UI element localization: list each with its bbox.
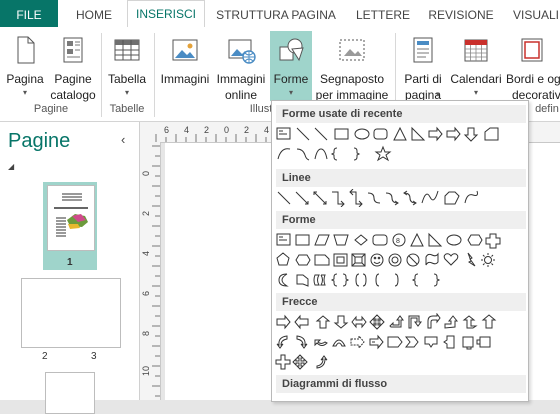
catalog-pages-label-2: catalogo xyxy=(50,88,96,102)
ruler-label: 0 xyxy=(224,125,229,135)
ruler-label: 6 xyxy=(164,125,169,135)
tab-insert[interactable]: INSERISCI xyxy=(127,0,205,28)
recent-shapes-row-1[interactable] xyxy=(275,125,523,143)
ruler-label: 10 xyxy=(141,366,151,376)
page-parts-icon xyxy=(413,37,433,63)
page-parts-button[interactable]: Parti di pagina ▾ xyxy=(400,31,446,102)
chevron-down-icon: ▾ xyxy=(22,88,27,97)
picture-placeholder-icon xyxy=(339,39,365,61)
page-thumbnail-1[interactable] xyxy=(47,185,95,251)
borders-label-1: Bordi e og xyxy=(506,72,560,86)
pictures-button[interactable]: Immagini xyxy=(158,31,212,101)
tab-review[interactable]: REVISIONE xyxy=(424,0,498,27)
pictures-button-label: Immagini xyxy=(160,72,210,86)
ruler-label: 4 xyxy=(184,125,189,135)
ruler-label: 4 xyxy=(264,125,269,135)
table-icon xyxy=(114,39,140,61)
page-number-3: 3 xyxy=(91,351,97,362)
section-recent-shapes: Forme usate di recente xyxy=(276,105,526,123)
svg-text:8: 8 xyxy=(396,238,400,245)
ruler-label: 2 xyxy=(244,125,249,135)
borders-icon xyxy=(521,38,543,62)
page-button[interactable]: Pagina ▾ xyxy=(4,31,46,101)
recent-shapes-row-2[interactable] xyxy=(275,145,523,163)
section-basic-shapes: Forme xyxy=(276,211,526,229)
basic-shapes-row-3[interactable] xyxy=(275,271,523,289)
ribbon-tab-bar: FILE HOME INSERISCI STRUTTURA PAGINA LET… xyxy=(0,0,560,28)
ruler-label: 0 xyxy=(141,171,151,176)
pages-panel-title: Pagine xyxy=(8,130,71,152)
chevron-down-icon: ▾ xyxy=(435,90,440,99)
shapes-button[interactable]: Forme ▾ xyxy=(270,31,312,101)
table-button-label: Tabella xyxy=(107,72,147,86)
tab-mailings[interactable]: LETTERE xyxy=(350,0,416,27)
ruler-label: 4 xyxy=(141,251,151,256)
tab-view[interactable]: VISUALI xyxy=(506,0,560,27)
table-button[interactable]: Tabella ▾ xyxy=(104,31,150,101)
picture-placeholder-button[interactable]: Segnaposto per immagine xyxy=(314,31,390,102)
online-picture-icon xyxy=(228,39,256,64)
group-separator xyxy=(154,33,155,117)
picture-placeholder-label-1: Segnaposto xyxy=(319,72,385,86)
lines-row[interactable] xyxy=(275,189,523,207)
online-pictures-label-1: Immagini xyxy=(216,72,266,86)
tab-home[interactable]: HOME xyxy=(66,0,122,27)
shapes-icon xyxy=(279,38,304,62)
shapes-button-label: Forme xyxy=(273,72,309,86)
page-number-2: 2 xyxy=(42,351,48,362)
page-icon xyxy=(17,36,35,64)
arrows-row-2[interactable] xyxy=(275,333,523,351)
ruler-label: 8 xyxy=(141,331,151,336)
ruler-label: 6 xyxy=(141,291,151,296)
calendar-icon xyxy=(464,39,488,62)
online-pictures-button[interactable]: Immagini online xyxy=(214,31,268,102)
group-label-building-blocks: defin xyxy=(535,103,559,115)
catalog-pages-label-1: Pagine xyxy=(54,72,92,86)
tab-file[interactable]: FILE xyxy=(0,0,58,27)
shapes-gallery-dropdown: Forme usate di recente Linee Forme 8 Fre… xyxy=(271,100,529,402)
chevron-down-icon: ▾ xyxy=(473,88,478,97)
page-spread-2-3[interactable] xyxy=(21,278,121,348)
tab-page-design[interactable]: STRUTTURA PAGINA xyxy=(212,0,340,27)
group-label-pages: Pagine xyxy=(33,103,69,115)
page-thumbnail-4[interactable] xyxy=(45,372,95,414)
collapse-panel-icon[interactable]: ‹ xyxy=(121,132,125,147)
expand-triangle-icon[interactable]: ◢ xyxy=(8,162,14,171)
section-block-arrows: Frecce xyxy=(276,293,526,311)
chevron-down-icon: ▾ xyxy=(288,88,293,97)
vertical-ruler: 0 2 4 6 8 10 xyxy=(140,142,161,400)
borders-label-2: decorativ xyxy=(512,88,560,101)
catalog-pages-icon xyxy=(63,37,83,63)
picture-icon xyxy=(172,39,198,61)
page-thumbnail-content xyxy=(54,193,88,237)
section-lines: Linee xyxy=(276,169,526,187)
basic-shapes-row-1[interactable]: 8 xyxy=(275,231,523,249)
catalog-pages-button[interactable]: Pagine catalogo xyxy=(48,31,98,102)
pages-navigation-panel: Pagine ‹ ◢ 1 2 3 xyxy=(0,122,140,414)
group-label-tables: Tabelle xyxy=(109,103,145,115)
arrows-row-1[interactable] xyxy=(275,313,523,331)
basic-shapes-row-2[interactable] xyxy=(275,251,523,269)
section-flowchart: Diagrammi di flusso xyxy=(276,375,526,393)
ruler-label: 2 xyxy=(141,211,151,216)
borders-accents-button[interactable]: Bordi e og decorativ xyxy=(504,31,560,101)
online-pictures-label-2: online xyxy=(224,88,258,102)
calendars-button[interactable]: Calendari ▾ xyxy=(450,31,502,101)
arrows-row-3[interactable] xyxy=(275,353,523,371)
page-number-1: 1 xyxy=(67,257,73,268)
chevron-down-icon: ▾ xyxy=(124,88,129,97)
calendars-button-label: Calendari xyxy=(450,72,502,86)
page-button-label: Pagina xyxy=(6,72,44,86)
ruler-label: 2 xyxy=(204,125,209,135)
page-parts-label-1: Parti di xyxy=(404,72,442,86)
